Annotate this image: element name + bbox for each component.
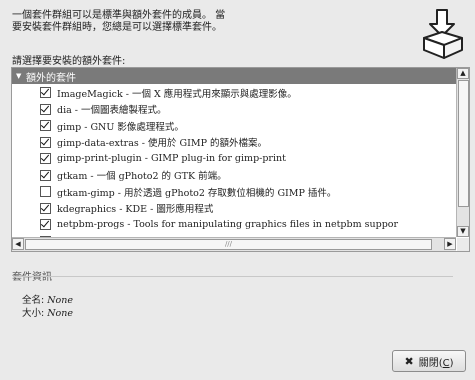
info-name-row: 全名: None (22, 292, 73, 306)
package-label: dia - 一個圖表繪製程式。 (57, 105, 167, 117)
info-size-label: 大小: (22, 308, 45, 319)
description-text: 一個套件群組可以是標準與額外套件的成員。 當 要安裝套件群組時，您總是可以選擇標… (12, 10, 402, 34)
package-label: gtkam - 一個 gPhoto2 的 GTK 前端。 (57, 171, 227, 183)
package-arrow-icon (423, 9, 463, 59)
package-row[interactable]: gimp - GNU 影像處理程式。 (12, 117, 456, 134)
package-checkbox[interactable] (40, 120, 51, 132)
package-rows: ▼ 額外的套件 ImageMagick - 一個 X 應用程式用來顯示與處理影像… (12, 68, 456, 237)
close-x-icon: ✖ (404, 354, 414, 368)
package-row[interactable]: gtkam - 一個 gPhoto2 的 GTK 前端。 (12, 167, 456, 184)
description-line-2: 要安裝套件群組時，您總是可以選擇標準套件。 (12, 22, 222, 33)
info-size-value: None (47, 308, 74, 319)
package-checkbox[interactable] (40, 219, 51, 231)
scroll-up-icon[interactable]: ▲ (457, 68, 469, 79)
package-row[interactable]: gtkam-gimp - 用於透過 gPhoto2 存取數位相機的 GIMP 插… (12, 183, 456, 200)
package-row[interactable]: dia - 一個圖表繪製程式。 (12, 101, 456, 118)
scrollbar-corner (457, 238, 469, 251)
scroll-right-icon[interactable]: ▶ (444, 238, 456, 250)
package-checkbox[interactable] (40, 186, 51, 198)
close-button[interactable]: ✖ 關閉(C) (392, 350, 466, 372)
package-row[interactable]: kdegraphics - KDE - 圖形應用程式 (12, 200, 456, 217)
group-row-extra-packages[interactable]: ▼ 額外的套件 (12, 68, 456, 84)
package-label: ImageMagick - 一個 X 應用程式用來顯示與處理影像。 (57, 88, 297, 100)
package-label: gtkam-gimp - 用於透過 gPhoto2 存取數位相機的 GIMP 插… (57, 187, 337, 199)
package-checkbox[interactable] (40, 169, 51, 181)
expander-arrow-icon[interactable]: ▼ (16, 72, 26, 80)
package-label: netpbm-progs - Tools for manipulating gr… (57, 219, 399, 231)
package-checkbox[interactable] (40, 136, 51, 148)
package-row[interactable]: netpbm-progs - Tools for manipulating gr… (12, 216, 456, 233)
scroll-down-icon[interactable]: ▼ (457, 226, 469, 237)
package-row[interactable]: ImageMagick - 一個 X 應用程式用來顯示與處理影像。 (12, 84, 456, 101)
select-prompt: 請選擇要安裝的額外套件: (12, 56, 126, 67)
vertical-scrollbar[interactable]: ▲ ▼ (456, 68, 469, 237)
close-button-label: 關閉(C) (418, 357, 454, 369)
horizontal-scrollbar[interactable]: ◀ /// ▶ (12, 237, 456, 251)
vertical-scroll-thumb[interactable] (458, 80, 469, 207)
package-checkbox[interactable] (40, 202, 51, 214)
description-line-1: 一個套件群組可以是標準與額外套件的成員。 當 (12, 10, 226, 21)
package-label: gimp-print-plugin - GIMP plug-in for gim… (57, 153, 286, 165)
horizontal-scroll-thumb[interactable]: /// (25, 239, 432, 250)
package-label: kdegraphics - KDE - 圖形應用程式 (57, 204, 214, 216)
package-label: gimp - GNU 影像處理程式。 (57, 121, 184, 133)
package-list[interactable]: ▼ 額外的套件 ImageMagick - 一個 X 應用程式用來顯示與處理影像… (11, 67, 470, 252)
info-size-row: 大小: None (22, 305, 73, 319)
package-items: ImageMagick - 一個 X 應用程式用來顯示與處理影像。 dia - 一… (12, 84, 456, 237)
package-checkbox[interactable] (40, 153, 51, 165)
scroll-left-icon[interactable]: ◀ (12, 238, 24, 250)
package-row[interactable]: gimp-data-extras - 使用於 GIMP 的額外檔案。 (12, 134, 456, 151)
package-checkbox[interactable] (40, 87, 51, 99)
package-info-divider (13, 276, 453, 277)
package-row[interactable]: gimp-print-plugin - GIMP plug-in for gim… (12, 150, 456, 167)
group-label: 額外的套件 (26, 72, 76, 84)
package-label: gimp-data-extras - 使用於 GIMP 的額外檔案。 (57, 138, 267, 150)
package-checkbox[interactable] (40, 103, 51, 115)
